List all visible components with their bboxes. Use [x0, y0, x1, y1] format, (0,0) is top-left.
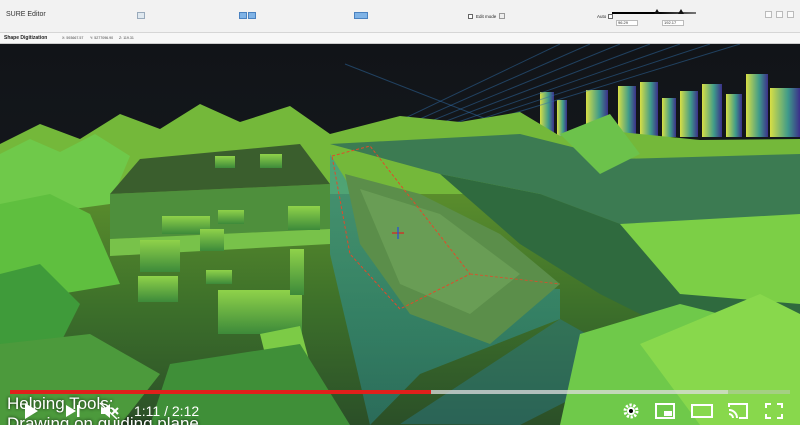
theater-mode-icon — [691, 404, 713, 418]
3d-viewport[interactable]: Helping Tools: Drawing on guiding plane — [0, 44, 800, 425]
player-controls: 1:11 / 2:12 — [0, 398, 800, 425]
time-current: 1:11 — [134, 403, 161, 419]
view-icon[interactable] — [248, 12, 256, 19]
app-title: SURE Editor — [6, 11, 46, 18]
fullscreen-button[interactable] — [763, 400, 785, 422]
video-progress-bar[interactable] — [10, 390, 790, 394]
edit-mode-control[interactable]: Edit mode — [468, 13, 506, 19]
editor-titlebar: SURE Editor Edit mode Auto 96.29 192.17 — [0, 0, 800, 33]
range-max-handle[interactable] — [678, 9, 684, 14]
miniplayer-button[interactable] — [654, 400, 676, 422]
auto-label: Auto — [597, 14, 607, 19]
view-icon[interactable] — [239, 12, 247, 19]
window-buttons — [765, 11, 794, 18]
edit-mode-label: Edit mode — [476, 13, 497, 19]
coord-y: Y: 5277096.90 — [90, 36, 114, 40]
range-max-field[interactable]: 192.17 — [662, 20, 684, 26]
cast-icon — [728, 403, 748, 419]
terrain-render — [0, 44, 800, 425]
shape-tool-icon[interactable] — [354, 12, 368, 19]
played-bar — [10, 390, 432, 394]
maximize-icon[interactable] — [776, 11, 783, 18]
volume-muted-icon — [99, 402, 119, 420]
coord-x: X: 593667.57 — [62, 36, 84, 40]
mute-button[interactable] — [98, 400, 120, 422]
close-icon[interactable] — [787, 11, 794, 18]
time-separator: / — [160, 403, 172, 419]
cast-button[interactable] — [727, 400, 749, 422]
range-min-field[interactable]: 96.29 — [616, 20, 638, 26]
time-total: 2:12 — [171, 403, 200, 419]
next-icon — [66, 405, 80, 417]
edit-mode-checkbox[interactable] — [468, 13, 473, 19]
range-min-handle[interactable] — [654, 9, 660, 14]
tool-panel-header: Shape Digitization X: 593667.57 Y: 52770… — [0, 33, 800, 44]
auto-range-control[interactable]: Auto — [597, 14, 614, 19]
fullscreen-icon — [765, 403, 783, 419]
edit-mode-dropdown[interactable] — [499, 13, 506, 19]
layout-icon[interactable] — [137, 12, 145, 19]
time-display: 1:11 / 2:12 — [134, 403, 199, 419]
height-range-slider[interactable]: 96.29 192.17 — [612, 9, 702, 29]
settings-button[interactable] — [620, 400, 642, 422]
miniplayer-icon — [655, 403, 675, 419]
play-icon — [25, 403, 38, 419]
panel-title: Shape Digitization — [4, 35, 48, 41]
next-button[interactable] — [62, 400, 84, 422]
play-button[interactable] — [20, 400, 42, 422]
coord-z: Z: 119.31 — [119, 36, 134, 40]
gear-icon — [623, 403, 639, 419]
minimize-icon[interactable] — [765, 11, 772, 18]
theater-mode-button[interactable] — [691, 400, 713, 422]
